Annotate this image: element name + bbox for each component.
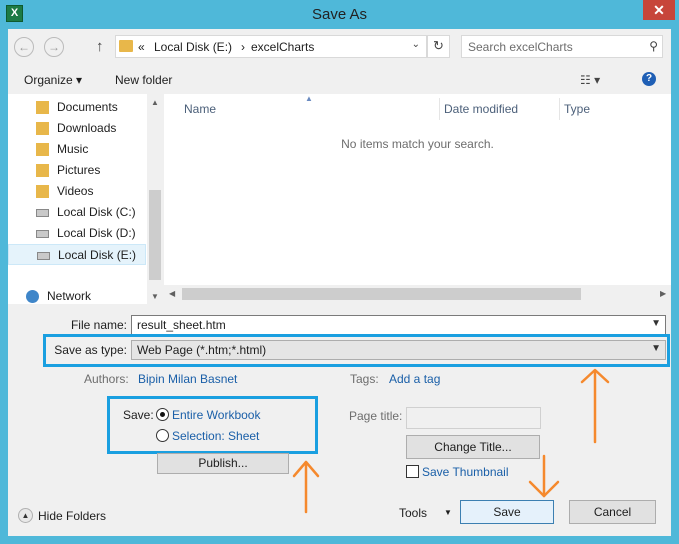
arrow-down-save (528, 454, 560, 498)
arrow-up-publish (292, 460, 320, 514)
save-as-dialog: X Save As ✕ ← → ↑ « Local Disk (E:) › ex… (0, 0, 679, 544)
annotation-arrows (292, 368, 610, 514)
arrow-up-savetype (580, 368, 610, 444)
